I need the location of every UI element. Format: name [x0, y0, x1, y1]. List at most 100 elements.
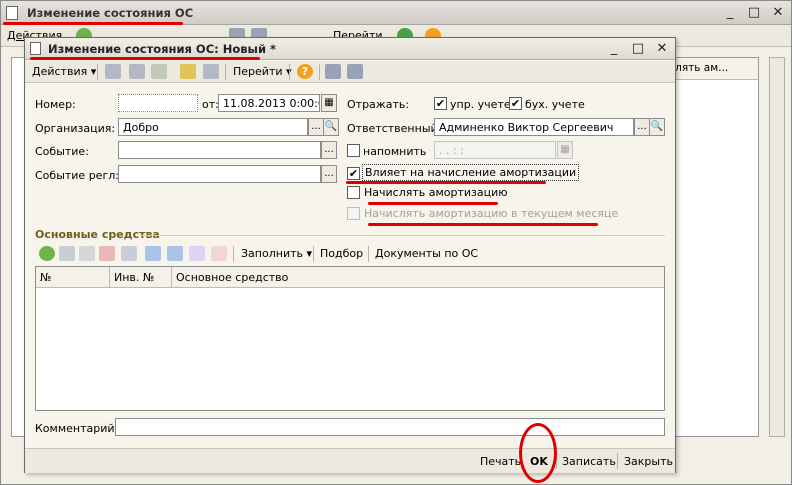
organization-field[interactable]: Добро [118, 118, 308, 136]
edit-icon[interactable] [79, 246, 95, 261]
toolbar-separator [319, 64, 320, 80]
responsible-field[interactable]: Админенко Виктор Сергеевич [434, 118, 634, 136]
save-button[interactable]: Записать [562, 455, 616, 468]
date-label: от: [202, 98, 219, 111]
column-number[interactable]: № [36, 267, 110, 288]
print-icon[interactable] [180, 64, 196, 79]
toolbar-separator [368, 246, 369, 262]
dialog-window: Изменение состояния ОС: Новый * _ □ ✕ Де… [24, 37, 676, 473]
remind-label: напомнить [363, 145, 427, 158]
annotation-underline [368, 202, 498, 205]
document-icon [6, 6, 18, 20]
organization-label: Организация: [35, 122, 116, 135]
organization-select-button[interactable]: ... [308, 118, 324, 136]
end-edit-icon[interactable] [121, 246, 137, 261]
event-regl-field[interactable] [118, 165, 321, 183]
move-down-icon[interactable] [167, 246, 183, 261]
annotation-underline [30, 57, 260, 60]
remind-datetime-field: . . : : [434, 141, 556, 159]
footer-separator [617, 453, 618, 469]
document-icon [30, 42, 41, 55]
accrue-current-month-checkbox [347, 207, 360, 220]
window-controls: _ □ ✕ [723, 5, 785, 20]
fill-menu[interactable]: Заполнить ▾ [241, 247, 312, 260]
number-field[interactable] [118, 94, 198, 112]
actions-menu[interactable]: Действия ▾ [32, 65, 96, 78]
responsible-select-button[interactable]: ... [634, 118, 650, 136]
goto-menu[interactable]: Перейти ▾ [233, 65, 292, 78]
goto-label: Перейти [233, 65, 283, 78]
upr-label: упр. учете [450, 98, 511, 111]
event-field[interactable] [118, 141, 321, 159]
minimize-button[interactable]: _ [607, 41, 621, 56]
accrue-depreciation-checkbox[interactable] [347, 186, 360, 199]
affects-depreciation-checkbox[interactable]: ✔ [347, 167, 360, 180]
chevron-down-icon: ▾ [90, 65, 97, 78]
dialog-title: Изменение состояния ОС: Новый * [48, 42, 277, 56]
assets-table[interactable]: № Инв. № Основное средство [35, 266, 665, 411]
print-button[interactable]: Печать [480, 455, 521, 468]
annotation-underline [346, 181, 546, 184]
affects-depreciation-label: Влияет на начисление амортизации [362, 164, 580, 181]
comment-field[interactable] [115, 418, 665, 436]
comment-label: Комментарий: [35, 422, 119, 435]
magnifier-icon[interactable]: 🔍 [649, 118, 665, 136]
date-field[interactable]: 11.08.2013 0:00:00 [218, 94, 320, 112]
buh-checkbox[interactable]: ✔ [509, 97, 522, 110]
maximize-button[interactable]: □ [747, 5, 761, 20]
copy-row-icon[interactable] [59, 246, 75, 261]
documents-button[interactable]: Документы по ОС [375, 247, 478, 260]
actions-label: Действия [32, 65, 88, 78]
remind-checkbox[interactable] [347, 144, 360, 157]
dialog-footer: Печать OK Записать Закрыть [25, 448, 675, 473]
structure-icon[interactable] [151, 64, 167, 79]
event-select-button[interactable]: ... [321, 141, 337, 159]
move-up-icon[interactable] [145, 246, 161, 261]
minimize-button[interactable]: _ [723, 5, 737, 20]
annotation-circle [519, 423, 557, 483]
close-button[interactable]: ✕ [655, 41, 669, 56]
annotation-underline [3, 22, 183, 25]
vertical-scrollbar[interactable] [769, 57, 785, 437]
list-icon[interactable] [325, 64, 341, 79]
close-dialog-button[interactable]: Закрыть [624, 455, 673, 468]
dialog-window-controls: _ □ ✕ [607, 41, 669, 56]
reflect-label: Отражать: [347, 98, 410, 111]
copy-icon[interactable] [129, 64, 145, 79]
responsible-label: Ответственный: [347, 122, 442, 135]
dialog-toolbar: Действия ▾ Перейти ▾ ? [25, 61, 675, 83]
table-toolbar: Заполнить ▾ Подбор Документы по ОС [35, 243, 665, 265]
toolbar-separator [313, 246, 314, 262]
section-divider [140, 235, 665, 236]
calendar-icon: ▦ [557, 141, 573, 159]
help-icon[interactable]: ? [297, 64, 313, 79]
add-icon[interactable] [39, 246, 55, 261]
column-asset[interactable]: Основное средство [172, 267, 664, 288]
sort-asc-icon[interactable] [189, 246, 205, 261]
delete-icon[interactable] [99, 246, 115, 261]
toolbar-separator [225, 64, 226, 80]
upr-checkbox[interactable]: ✔ [434, 97, 447, 110]
buh-label: бух. учете [525, 98, 585, 111]
fill-label: Заполнить [241, 247, 303, 260]
toolbar-separator [97, 64, 98, 80]
event-regl-label: Событие регл: [35, 169, 119, 182]
column-inventory-number[interactable]: Инв. № [110, 267, 172, 288]
movements-icon[interactable] [203, 64, 219, 79]
select-button[interactable]: Подбор [320, 247, 363, 260]
close-button[interactable]: ✕ [771, 5, 785, 20]
event-regl-select-button[interactable]: ... [321, 165, 337, 183]
post-icon[interactable] [105, 64, 121, 79]
number-label: Номер: [35, 98, 76, 111]
sort-desc-icon[interactable] [211, 246, 227, 261]
chevron-down-icon: ▾ [306, 247, 313, 260]
background-window-title: Изменение состояния ОС [27, 6, 194, 20]
settings-list-icon[interactable] [347, 64, 363, 79]
toolbar-separator [233, 246, 234, 262]
maximize-button[interactable]: □ [631, 41, 645, 56]
accrue-current-month-label: Начислять амортизацию в текущем месяце [364, 207, 619, 220]
magnifier-icon[interactable]: 🔍 [323, 118, 339, 136]
accrue-depreciation-label: Начислять амортизацию [364, 186, 508, 199]
calendar-icon[interactable]: ▦ [321, 94, 337, 112]
toolbar-separator [289, 64, 290, 80]
